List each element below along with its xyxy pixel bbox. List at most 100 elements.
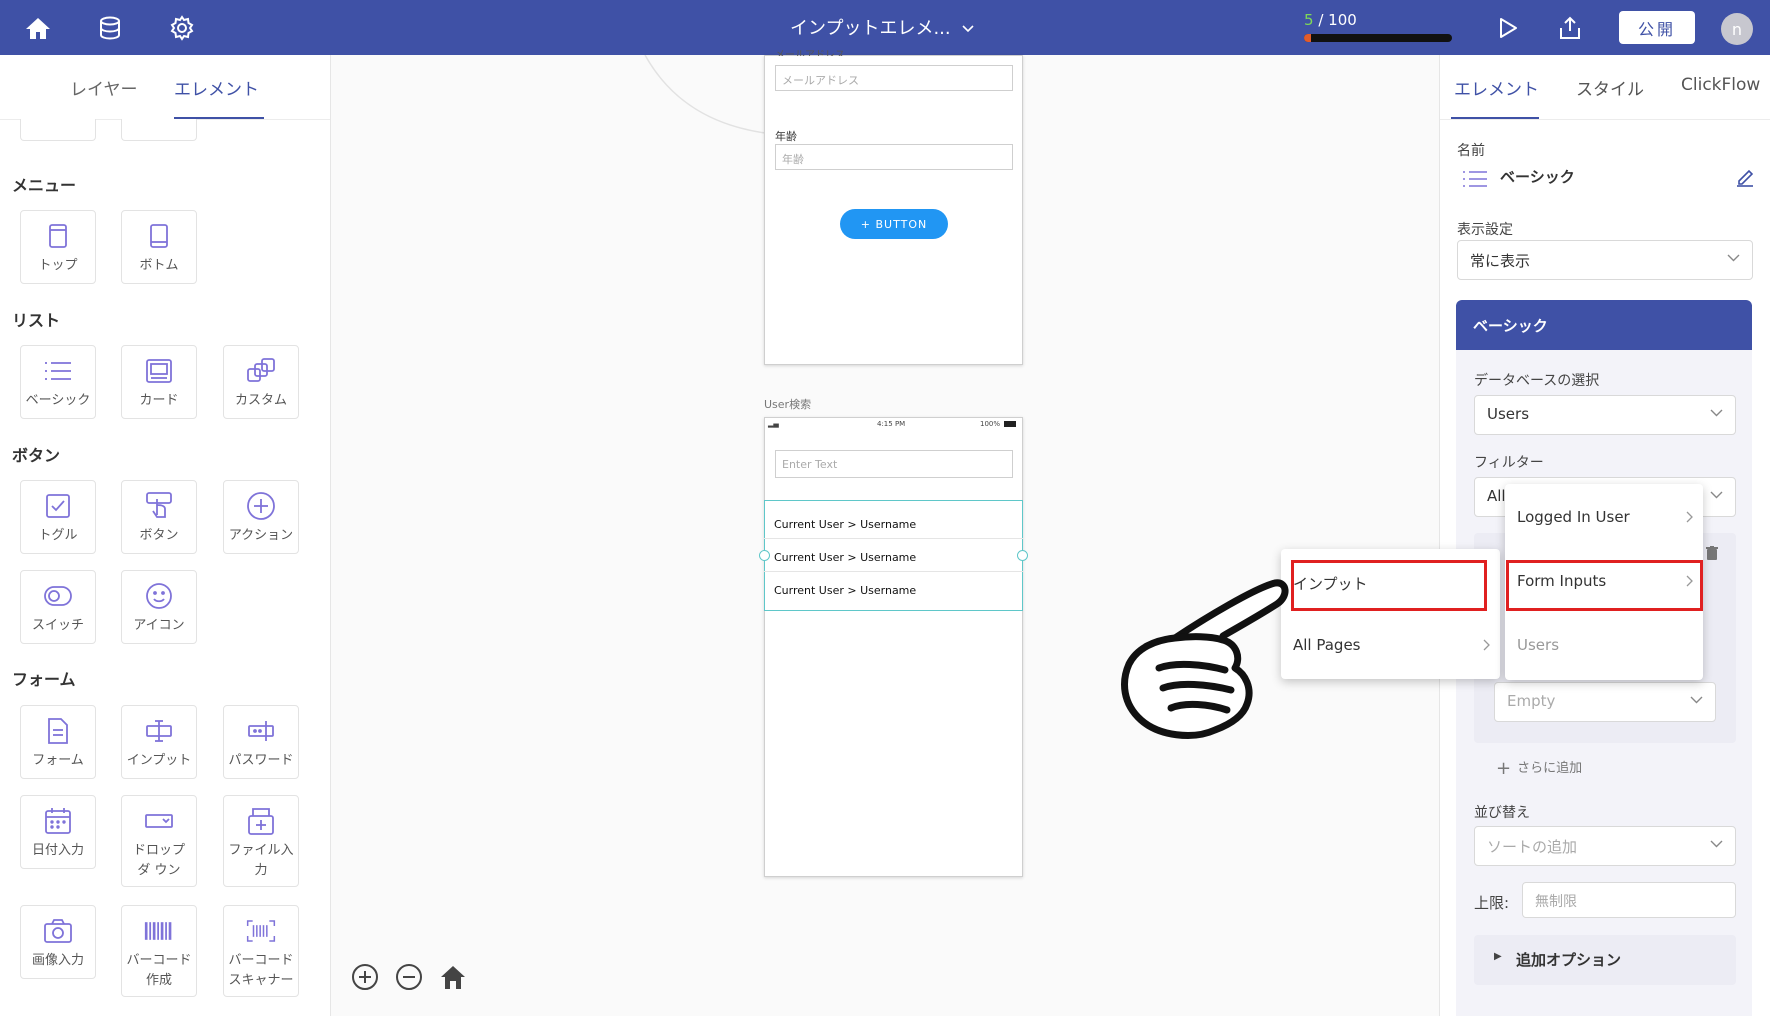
tile-switch[interactable]: スイッチ [20,570,96,644]
tile-button[interactable]: ボタン [121,480,197,554]
trash-icon[interactable] [1706,545,1718,564]
tile-password[interactable]: パスワード [223,705,299,779]
canvas-button[interactable]: + BUTTON [840,209,948,239]
empty-select[interactable]: Empty [1494,682,1716,722]
share-upload-icon[interactable] [1552,10,1588,46]
status-time: 4:15 PM [877,420,906,428]
tile-label: カスタム [234,393,287,408]
tab-style[interactable]: スタイル [1576,75,1644,100]
card-icon [144,356,174,386]
page-title[interactable]: インプットエレメ... [790,14,951,40]
gear-icon[interactable] [164,10,200,46]
tile-label: バーコード 作成 [126,953,192,988]
tile-barcode-create[interactable]: バーコード 作成 [121,905,197,997]
edit-pencil-icon[interactable] [1735,167,1755,191]
limit-input[interactable]: 無制限 [1522,882,1736,918]
resize-handle-right[interactable] [1017,550,1028,561]
tile-toggle[interactable]: トグル [20,480,96,554]
list-item[interactable]: Current User > Username [764,572,1023,605]
screen-name: User検索 [764,398,812,411]
search-input[interactable]: Enter Text [775,450,1013,478]
tile-barcode-scanner[interactable]: バーコード スキャナー [223,905,299,997]
list-item[interactable]: Current User > Username [764,539,1023,572]
sort-label: 並び替え [1474,805,1530,821]
tile-bottom-menu[interactable]: ボトム [121,210,197,284]
filter-label: フィルター [1474,455,1544,471]
top-menu-icon [43,221,73,251]
visibility-select[interactable]: 常に表示 [1457,240,1753,280]
tile-action[interactable]: アクション [223,480,299,554]
database-icon[interactable] [92,10,128,46]
home-reset-icon[interactable] [439,963,467,991]
extra-options-label: 追加オプション [1516,951,1622,969]
limit-label: 上限: [1474,894,1510,912]
checkbox-icon [43,491,73,521]
tile-partial[interactable] [121,119,197,141]
highlight-box-form-inputs [1506,560,1703,611]
tile-form[interactable]: フォーム [20,705,96,779]
tile-input[interactable]: インプット [121,705,197,779]
barcode-scanner-icon [246,916,276,946]
category-button: ボタン [12,446,61,465]
phone-screen-user-search[interactable] [764,417,1023,877]
tile-label: ボトム [139,258,179,273]
left-panel: レイヤー エレメント メニュー トップ ボトム リスト ベーシック カード カス… [0,55,331,1016]
extra-options-toggle[interactable]: ▶ 追加オプション [1474,935,1736,985]
avatar[interactable]: n [1721,13,1753,45]
tab-element[interactable]: エレメント [1454,75,1539,100]
custom-list-icon [246,356,276,386]
database-select[interactable]: Users [1474,395,1736,435]
tile-icon[interactable]: アイコン [121,570,197,644]
tile-file-input[interactable]: ファイル入 力 [223,795,299,887]
play-icon[interactable] [1490,10,1526,46]
category-form: フォーム [12,670,76,689]
age-label: 年齢 [775,130,797,143]
tile-dropdown[interactable]: ドロップダ ウン [121,795,197,887]
tile-date-input[interactable]: 日付入力 [20,795,96,869]
progress-total: / 100 [1318,11,1357,29]
home-icon[interactable] [20,10,56,46]
email-field[interactable]: メールアドレス [775,65,1013,91]
resize-handle-left[interactable] [759,550,770,561]
tab-clickflow[interactable]: ClickFlow [1681,75,1760,95]
add-more-button[interactable]: + さらに追加 [1496,757,1582,779]
tile-image-input[interactable]: 画像入力 [20,905,96,979]
database-value: Users [1487,405,1530,423]
chevron-down-icon[interactable] [962,18,974,37]
tile-card-list[interactable]: カード [121,345,197,419]
menu-item-logged-in-user[interactable]: Logged In User [1505,492,1703,542]
zoom-out-icon[interactable] [395,963,423,991]
menu-item-label: All Pages [1293,636,1361,654]
tile-top-menu[interactable]: トップ [20,210,96,284]
menu-item-users[interactable]: Users [1505,620,1703,670]
signal-icon: ▂▄ [768,420,779,428]
form-document-icon [43,716,73,746]
tile-custom-list[interactable]: カスタム [223,345,299,419]
chevron-right-icon [1483,639,1490,651]
tile-partial[interactable] [20,119,96,141]
tile-label: アクション [228,528,294,543]
status-bar: ▂▄ 4:15 PM 100% [768,420,1019,430]
tile-label: パスワード [228,753,294,768]
zoom-in-icon[interactable] [351,963,379,991]
battery-icon [1004,421,1016,427]
tile-basic-list[interactable]: ベーシック [20,345,96,419]
sort-select[interactable]: ソートの追加 [1474,826,1736,866]
tab-layers[interactable]: レイヤー [70,75,138,100]
tile-label: フォーム [32,753,84,768]
section-header[interactable]: ベーシック [1456,300,1752,350]
list-icon [43,356,73,386]
progress-bar [1304,34,1452,42]
chevron-down-icon [1690,696,1703,704]
empty-placeholder: Empty [1507,692,1556,710]
flow-connector-line [644,55,766,134]
tab-elements[interactable]: エレメント [174,75,259,100]
list-item[interactable]: Current User > Username [764,506,1023,539]
top-bar: インプットエレメ... 5 / 100 公開 n [0,0,1770,55]
tile-label: バーコード スキャナー [228,953,294,988]
add-more-label: さらに追加 [1517,761,1583,776]
publish-button[interactable]: 公開 [1619,11,1695,44]
age-field[interactable]: 年齢 [775,144,1013,170]
caret-right-icon: ▶ [1494,951,1502,962]
menu-item-all-pages[interactable]: All Pages [1281,620,1500,670]
